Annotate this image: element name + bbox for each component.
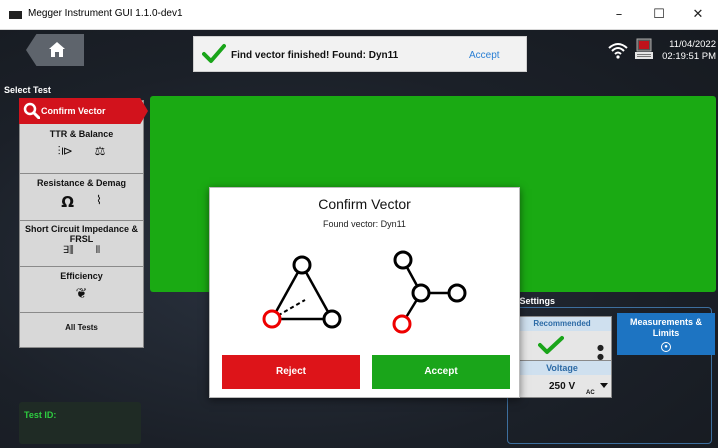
time-text: 02:19:51 PM — [662, 51, 716, 62]
recommended-label: Recommended — [513, 317, 611, 331]
menu-item-confirm-vector[interactable]: Confirm Vector — [19, 98, 148, 124]
leaf-icon: ❦ — [75, 286, 88, 302]
app-icon — [9, 11, 22, 19]
minimize-button[interactable]: – — [604, 4, 634, 26]
confirm-vector-dialog: Confirm Vector Found vector: Dyn11 Rejec… — [209, 187, 520, 398]
pager-dots[interactable]: ● ● — [597, 343, 611, 361]
voltage-value: 250 V — [549, 381, 576, 392]
menu-item-efficiency[interactable]: Efficiency ❦ — [20, 267, 143, 313]
menu-item-label: TTR & Balance — [49, 129, 114, 139]
menu-item-resistance-demag[interactable]: Resistance & Demag Ω ⌇ — [20, 174, 143, 221]
recommended-settings[interactable]: Recommended ● ● — [512, 316, 612, 362]
toast-accept-link[interactable]: Accept — [469, 50, 500, 61]
voltage-label: Voltage — [513, 361, 611, 375]
settings-heading: t Settings — [514, 296, 556, 306]
menu-item-label: Confirm Vector — [41, 106, 106, 116]
accept-button[interactable]: Accept — [372, 355, 510, 389]
voltage-unit: AC — [586, 390, 595, 396]
menu-item-label: Efficiency — [60, 271, 103, 281]
search-icon — [23, 102, 40, 119]
menu-item-all-tests[interactable]: All Tests — [20, 313, 143, 347]
toast-message: Find vector finished! Found: Dyn11 — [231, 50, 399, 61]
measurements-label: Measurements & Limits — [629, 317, 703, 338]
delta-winding-diagram — [262, 255, 342, 329]
transformer-icon: ⫶⧐ — [57, 144, 73, 158]
wifi-icon — [608, 43, 628, 59]
check-icon — [538, 336, 564, 354]
limits-icon: ● — [661, 342, 671, 352]
measurements-limits-button[interactable]: Measurements & Limits ● — [617, 313, 715, 355]
date-text: 11/04/2022 — [669, 39, 716, 50]
close-button[interactable]: ✕ — [683, 4, 713, 26]
storage-icon — [635, 38, 653, 59]
frsl-icon: ⦀ — [95, 245, 101, 256]
demag-icon: ⌇ — [95, 193, 102, 207]
maximize-button[interactable]: ☐ — [644, 4, 674, 26]
ohm-icon: Ω — [61, 193, 74, 211]
window-titlebar: Megger Instrument GUI 1.1.0-dev1 – ☐ ✕ — [0, 0, 718, 30]
impedance-icon: ∃⫼ — [62, 245, 74, 256]
home-icon — [49, 42, 65, 57]
menu-item-label: Resistance & Demag — [36, 178, 127, 188]
app-area: Find vector finished! Found: Dyn11 Accep… — [0, 30, 718, 448]
balance-scale-icon: ⚖ — [94, 144, 106, 158]
home-button[interactable] — [26, 34, 84, 66]
menu-item-label: Short Circuit Impedance & FRSL — [24, 224, 139, 244]
menu-item-ttr-balance[interactable]: TTR & Balance ⫶⧐ ⚖ — [20, 125, 143, 174]
window-title: Megger Instrument GUI 1.1.0-dev1 — [28, 8, 183, 19]
menu-item-short-circuit-impedance[interactable]: Short Circuit Impedance & FRSL ∃⫼ ⦀ — [20, 221, 143, 267]
reject-button[interactable]: Reject — [222, 355, 360, 389]
chevron-down-icon[interactable] — [600, 383, 608, 388]
check-icon — [202, 44, 226, 63]
select-test-heading: Select Test — [4, 85, 51, 95]
test-id-label: Test ID: — [24, 410, 57, 420]
test-id-panel: Test ID: — [19, 402, 141, 444]
voltage-select[interactable]: Voltage 250 V AC — [512, 360, 612, 398]
clock: 11/04/2022 02:19:51 PM — [654, 39, 716, 63]
notification-toast: Find vector finished! Found: Dyn11 Accep… — [193, 36, 527, 72]
menu-item-label: All Tests — [65, 323, 98, 332]
wye-winding-diagram — [392, 250, 467, 334]
